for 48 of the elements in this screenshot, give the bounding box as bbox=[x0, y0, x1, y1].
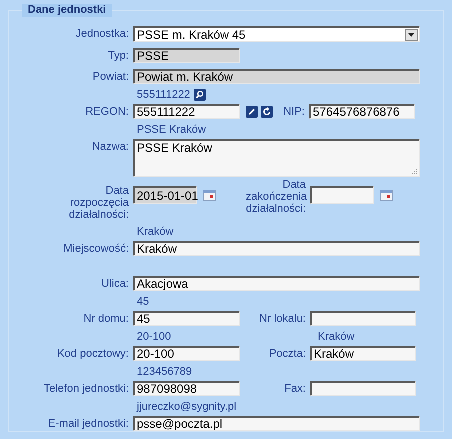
field-label: Typ: bbox=[108, 49, 129, 62]
text-field[interactable]: 555111222 bbox=[133, 104, 240, 119]
hint-text: jjureczko@sygnity.pl bbox=[137, 401, 237, 413]
search-icon[interactable] bbox=[194, 89, 206, 101]
text-area[interactable]: PSSE Kraków bbox=[133, 139, 420, 177]
hint-text: 555111222 bbox=[137, 89, 190, 101]
field-label: Ulica: bbox=[101, 277, 129, 290]
hint-text: 123456789 bbox=[137, 366, 192, 378]
date-field[interactable] bbox=[310, 186, 374, 204]
text-field[interactable] bbox=[310, 381, 416, 396]
calendar-icon[interactable] bbox=[380, 189, 393, 201]
hint-text: Kraków bbox=[318, 331, 355, 343]
field-label: Data rozpoczęcia działalności: bbox=[68, 185, 129, 221]
refresh-icon[interactable] bbox=[261, 106, 273, 118]
text-field[interactable]: Kraków bbox=[133, 241, 420, 256]
field-label: Data zakończenia działalności: bbox=[246, 179, 306, 215]
hint-text: Kraków bbox=[137, 226, 174, 238]
field-label: E-mail jednostki: bbox=[48, 417, 129, 430]
text-field[interactable]: 5764576876876 bbox=[309, 104, 415, 119]
pencil-icon[interactable] bbox=[246, 106, 258, 118]
text-field[interactable] bbox=[310, 311, 416, 326]
field-label: REGON: bbox=[86, 105, 129, 118]
field-label: Nazwa: bbox=[92, 140, 129, 153]
unit-select[interactable]: PSSE m. Kraków 45 bbox=[133, 26, 420, 42]
field-label: NIP: bbox=[284, 105, 305, 118]
field-label: Jednostka: bbox=[76, 27, 129, 40]
field-label: Nr lokalu: bbox=[260, 312, 306, 325]
field-label: Nr domu: bbox=[84, 312, 129, 325]
text-field[interactable]: Powiat m. Kraków bbox=[133, 69, 420, 84]
field-label: Fax: bbox=[284, 382, 306, 395]
text-field[interactable]: 987098098 bbox=[133, 381, 240, 396]
text-field[interactable]: PSSE bbox=[133, 48, 240, 63]
text-field[interactable]: 20-100 bbox=[133, 346, 240, 361]
field-label: Powiat: bbox=[92, 70, 129, 83]
calendar-icon[interactable] bbox=[203, 189, 216, 201]
field-label: Miejscowość: bbox=[64, 242, 129, 255]
field-label: Telefon jednostki: bbox=[44, 382, 129, 395]
text-field[interactable]: Akacjowa bbox=[133, 276, 420, 291]
date-field[interactable]: 2015-01-01 bbox=[133, 186, 197, 204]
text-field[interactable]: psse@poczta.pl bbox=[133, 416, 420, 431]
field-label: Poczta: bbox=[269, 347, 306, 360]
section-title: Dane jednostki bbox=[22, 4, 112, 17]
text-field[interactable]: Kraków bbox=[310, 346, 416, 361]
text-field[interactable]: 45 bbox=[133, 311, 240, 326]
hint-text: PSSE Kraków bbox=[137, 124, 206, 136]
field-label: Kod pocztowy: bbox=[57, 347, 129, 360]
hint-text: 20-100 bbox=[137, 331, 172, 343]
hint-text: 45 bbox=[137, 296, 150, 308]
